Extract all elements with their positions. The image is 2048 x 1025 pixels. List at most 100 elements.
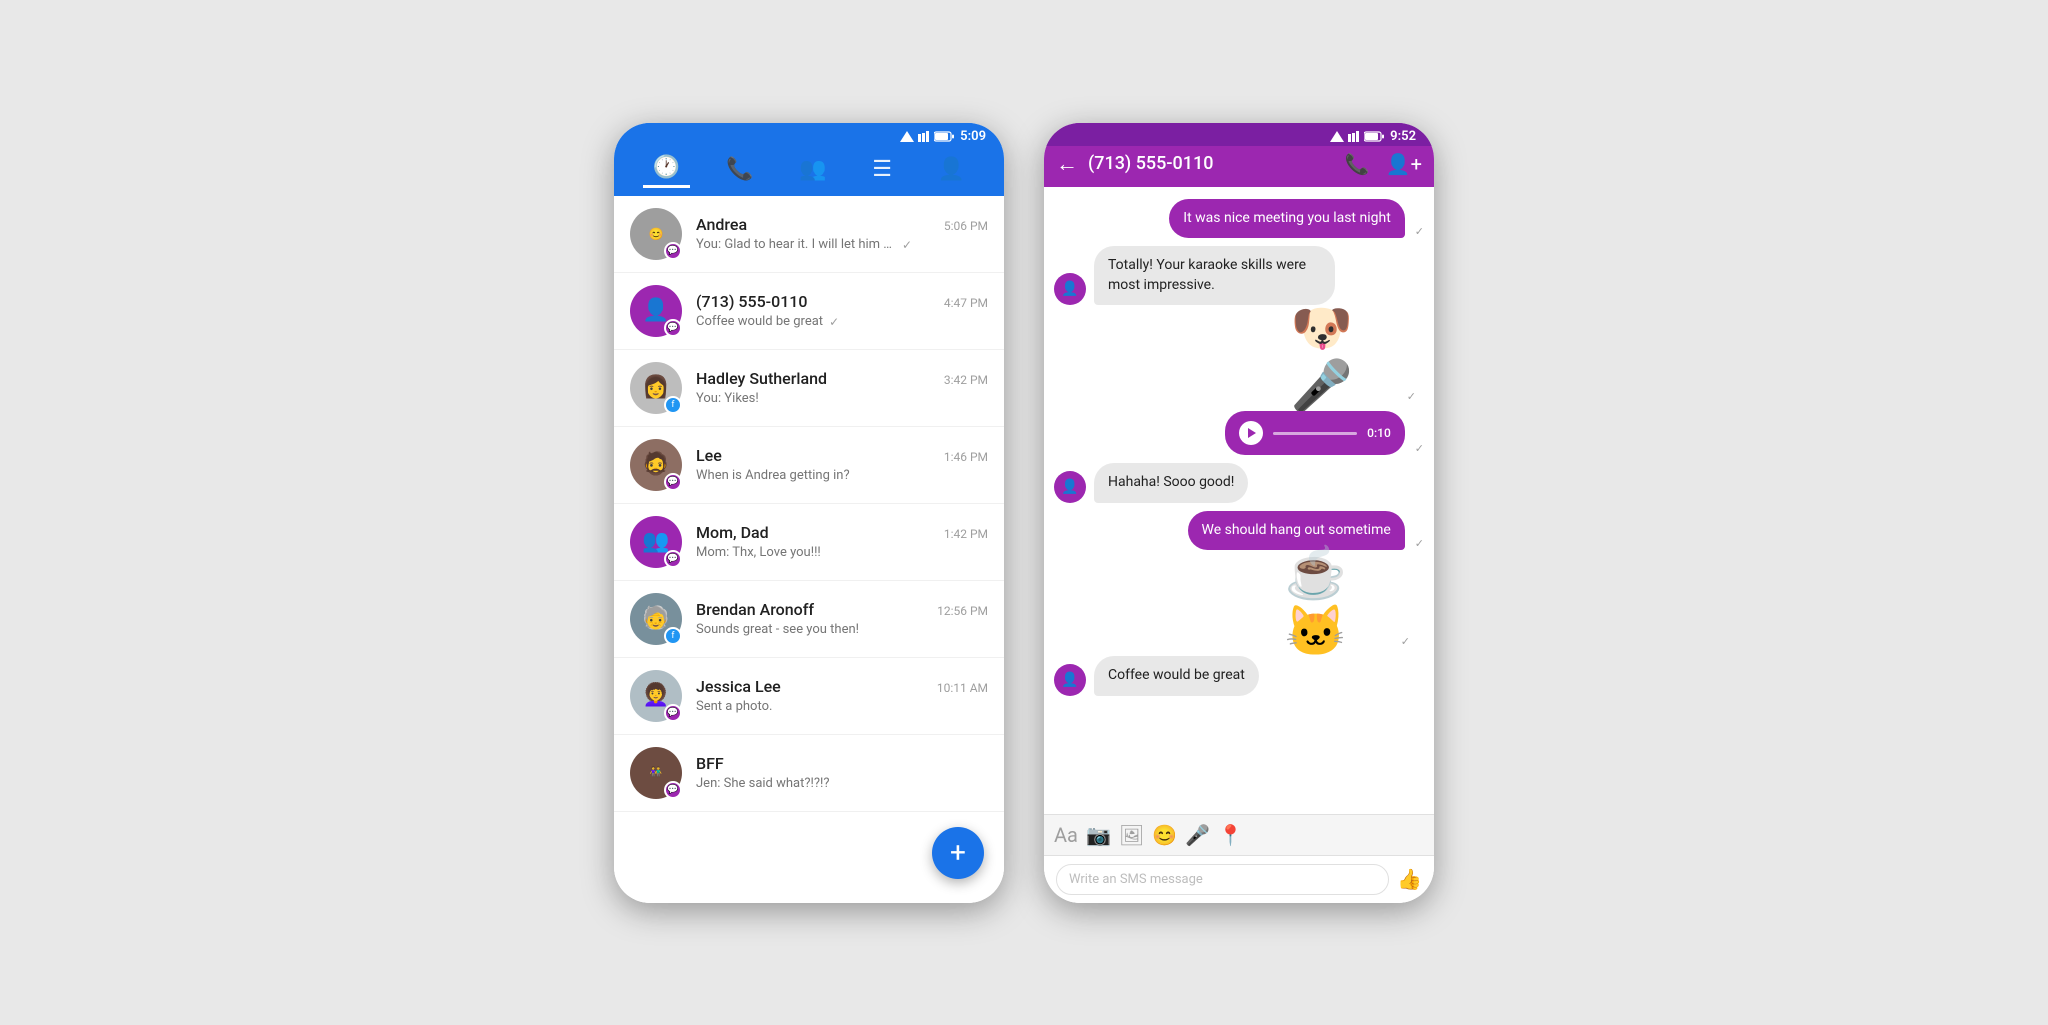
gallery-icon[interactable]: 🖼 [1119,823,1144,847]
msg-bubble-1: It was nice meeting you last night [1169,199,1405,239]
conv-time-brendan: 12:56 PM [937,604,988,618]
conv-top-bff: BFF [696,754,988,773]
voice-message[interactable]: 0:10 [1225,411,1405,455]
avatar-wrap-brendan: 🧓 f [630,593,682,645]
check-1: ✓ [1415,225,1424,238]
conv-name-momdad: Mom, Dad [696,523,769,542]
chat-messages: It was nice meeting you last night ✓ 👤 T… [1044,187,1434,814]
conv-preview-text-lee: When is Andrea getting in? [696,468,850,483]
conv-preview-hadley: You: Yikes! [696,391,988,406]
conv-item-jessica[interactable]: 👩‍🦱 💬 Jessica Lee 10:11 AM Sent a photo. [614,658,1004,735]
sticker-row-1: 🐶🎤 ✓ [1054,313,1424,403]
conv-preview-text-brendan: Sounds great - see you then! [696,622,859,637]
text-format-icon[interactable]: Aa [1054,823,1078,847]
status-time-1: 5:09 [960,129,986,144]
badge-jessica: 💬 [664,704,682,722]
conv-preview-bff: Jen: She said what?!?!? [696,776,988,791]
avatar-wrap-jessica: 👩‍🦱 💬 [630,670,682,722]
msg-bubble-3: Hahaha! Sooo good! [1094,463,1248,503]
fab-compose[interactable]: + [932,827,984,879]
location-icon[interactable]: 📍 [1218,823,1243,847]
conv-preview-text-momdad: Mom: Thx, Love you!!! [696,545,821,560]
badge-lee: 💬 [664,473,682,491]
sticker-coffee: ☕🐱 [1285,558,1395,648]
conv-name-713: (713) 555-0110 [696,292,807,311]
voice-progress-bar [1273,432,1357,435]
conv-item-bff[interactable]: 👫 💬 BFF Jen: She said what?!?!? [614,735,1004,812]
call-icon[interactable]: 📞 [1345,152,1370,176]
conv-item-713[interactable]: 👤 💬 (713) 555-0110 4:47 PM Coffee would … [614,273,1004,350]
conv-top-andrea: Andrea 5:06 PM [696,215,988,234]
conv-item-momdad[interactable]: 👥 💬 Mom, Dad 1:42 PM Mom: Thx, Love you!… [614,504,1004,581]
conv-time-lee: 1:46 PM [944,450,988,464]
msg-row-5: 👤 Coffee would be great [1054,656,1424,696]
msg-row-1: It was nice meeting you last night ✓ [1054,199,1424,239]
status-bar-1: 5:09 [614,123,1004,146]
send-thumbs-up[interactable]: 👍 [1397,867,1422,891]
conv-item-andrea[interactable]: 😊 💬 Andrea 5:06 PM You: Glad to hear it.… [614,196,1004,273]
conv-top-brendan: Brendan Aronoff 12:56 PM [696,600,988,619]
status-icons-2 [1330,131,1384,142]
check-sticker-2: ✓ [1401,635,1410,648]
camera-icon[interactable]: 📷 [1086,823,1111,847]
conv-preview-text-jessica: Sent a photo. [696,699,772,714]
conv-time-jessica: 10:11 AM [937,681,988,695]
conv-top-jessica: Jessica Lee 10:11 AM [696,677,988,696]
sms-input[interactable]: Write an SMS message [1056,864,1389,895]
msg-row-2: 👤 Totally! Your karaoke skills were most… [1054,246,1424,305]
msg-row-voice: 0:10 ✓ [1054,411,1424,455]
status-time-2: 9:52 [1390,129,1416,144]
check-icon-andrea: ✓ [902,238,912,252]
conv-name-andrea: Andrea [696,215,747,234]
conv-top-hadley: Hadley Sutherland 3:42 PM [696,369,988,388]
conv-info-momdad: Mom, Dad 1:42 PM Mom: Thx, Love you!!! [696,523,988,560]
status-icons-1 [900,131,954,142]
msg-bubble-2: Totally! Your karaoke skills were most i… [1094,246,1335,305]
conv-name-hadley: Hadley Sutherland [696,369,827,388]
conv-item-lee[interactable]: 🧔 💬 Lee 1:46 PM When is Andrea getting i… [614,427,1004,504]
conv-name-lee: Lee [696,446,722,465]
phone-chat: 9:52 ← (713) 555-0110 📞 👤+ It was nice m… [1044,123,1434,903]
msg-avatar-5: 👤 [1054,664,1086,696]
conv-time-hadley: 3:42 PM [944,373,988,387]
emoji-icon[interactable]: 😊 [1152,823,1177,847]
avatar-wrap-momdad: 👥 💬 [630,516,682,568]
conv-preview-momdad: Mom: Thx, Love you!!! [696,545,988,560]
badge-momdad: 💬 [664,550,682,568]
conv-info-hadley: Hadley Sutherland 3:42 PM You: Yikes! [696,369,988,406]
badge-andrea: 💬 [664,242,682,260]
sticker-row-2: ☕🐱 ✓ [1054,558,1424,648]
badge-713: 💬 [664,319,682,337]
conv-item-hadley[interactable]: 👩 f Hadley Sutherland 3:42 PM You: Yikes… [614,350,1004,427]
mic-icon[interactable]: 🎤 [1185,823,1210,847]
conv-preview-brendan: Sounds great - see you then! [696,622,988,637]
conv-time-andrea: 5:06 PM [944,219,988,233]
nav-calls[interactable]: 📞 [716,153,763,186]
check-sticker-1: ✓ [1407,390,1416,403]
voice-duration: 0:10 [1367,426,1391,440]
nav-contacts[interactable]: 👥 [789,153,836,186]
conv-top-713: (713) 555-0110 4:47 PM [696,292,988,311]
nav-recents[interactable]: 🕐 [643,151,690,188]
avatar-wrap-hadley: 👩 f [630,362,682,414]
conv-time-713: 4:47 PM [944,296,988,310]
voice-play-button[interactable] [1239,421,1263,445]
add-contact-icon[interactable]: 👤+ [1386,152,1422,176]
conv-preview-text-andrea: You: Glad to hear it. I will let him kno… [696,237,896,252]
conv-name-jessica: Jessica Lee [696,677,781,696]
conv-preview-jessica: Sent a photo. [696,699,988,714]
avatar-wrap-lee: 🧔 💬 [630,439,682,491]
conv-name-bff: BFF [696,754,724,773]
nav-menu[interactable]: ☰ [862,153,902,186]
back-button[interactable]: ← [1056,151,1078,177]
conv-info-lee: Lee 1:46 PM When is Andrea getting in? [696,446,988,483]
conv-preview-text-713: Coffee would be great [696,314,823,329]
conv-item-brendan[interactable]: 🧓 f Brendan Aronoff 12:56 PM Sounds grea… [614,581,1004,658]
nav-profile[interactable]: 👤 [928,153,975,186]
msg-avatar-3: 👤 [1054,471,1086,503]
conv-name-brendan: Brendan Aronoff [696,600,814,619]
badge-hadley: f [664,396,682,414]
conv-top-lee: Lee 1:46 PM [696,446,988,465]
phone-conversations: 5:09 🕐 📞 👥 ☰ 👤 😊 💬 Andrea 5:06 PM [614,123,1004,903]
conv-preview-713: Coffee would be great ✓ [696,314,988,329]
